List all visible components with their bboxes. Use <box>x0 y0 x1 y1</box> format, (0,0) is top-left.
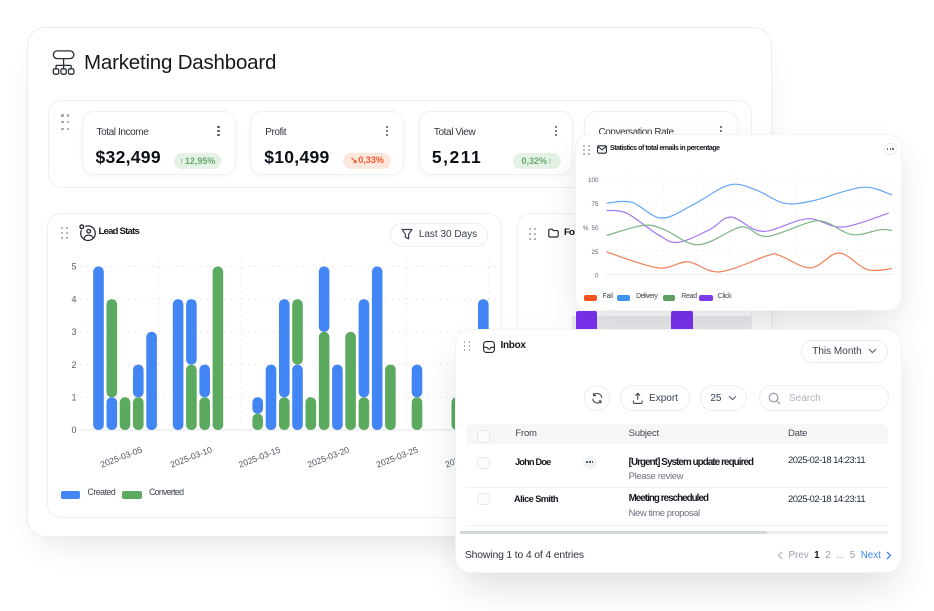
svg-text:75: 75 <box>591 201 599 208</box>
svg-text:2025-03-10: 2025-03-10 <box>169 444 214 469</box>
svg-text:100: 100 <box>588 177 599 184</box>
svg-text:2: 2 <box>71 360 76 370</box>
svg-text:2025-03-25: 2025-03-25 <box>375 444 420 469</box>
svg-text:25: 25 <box>591 249 599 256</box>
svg-text:0: 0 <box>595 273 599 280</box>
svg-text:2025-03-05: 2025-03-05 <box>99 444 144 469</box>
svg-text:5: 5 <box>71 262 76 272</box>
svg-text:2025-03-20: 2025-03-20 <box>306 444 351 469</box>
svg-text:3: 3 <box>71 327 76 337</box>
svg-text:0: 0 <box>71 425 76 435</box>
svg-text:%: % <box>583 225 589 232</box>
svg-text:1: 1 <box>71 393 76 403</box>
svg-text:50: 50 <box>591 225 599 232</box>
svg-text:4: 4 <box>71 294 76 304</box>
svg-text:2025-03-15: 2025-03-15 <box>237 444 282 469</box>
